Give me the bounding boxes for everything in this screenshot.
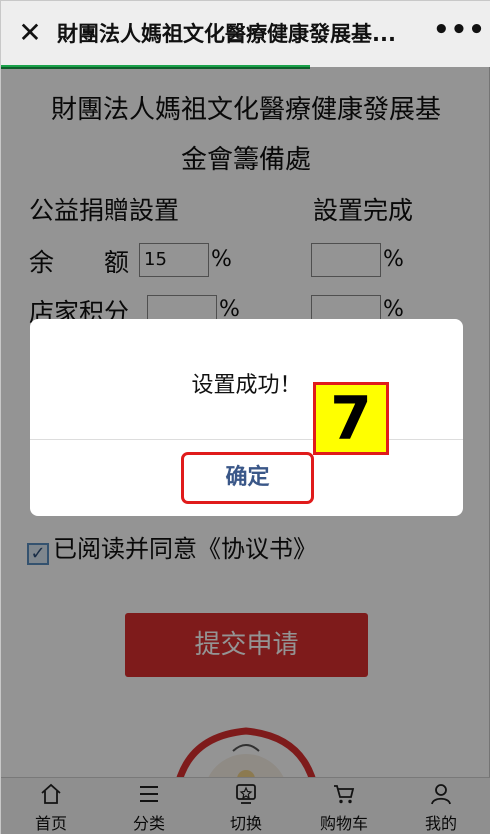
confirm-button[interactable]: 确定 <box>181 452 314 504</box>
top-bar: ✕ 財團法人媽祖文化醫療健康發展基... ••• <box>1 1 490 67</box>
close-icon[interactable]: ✕ <box>15 15 45 51</box>
step-number-badge: 7 <box>313 382 389 455</box>
dialog-divider <box>30 439 463 440</box>
app-screen: ✕ 財團法人媽祖文化醫療健康發展基... ••• 財團法人媽祖文化醫療健康發展基… <box>0 0 490 834</box>
dialog-message: 设置成功！ <box>191 373 302 398</box>
success-dialog: 设置成功！ 确定 <box>30 319 463 516</box>
more-options-icon[interactable]: ••• <box>433 15 485 51</box>
page-title: 財團法人媽祖文化醫療健康發展基... <box>57 22 396 46</box>
